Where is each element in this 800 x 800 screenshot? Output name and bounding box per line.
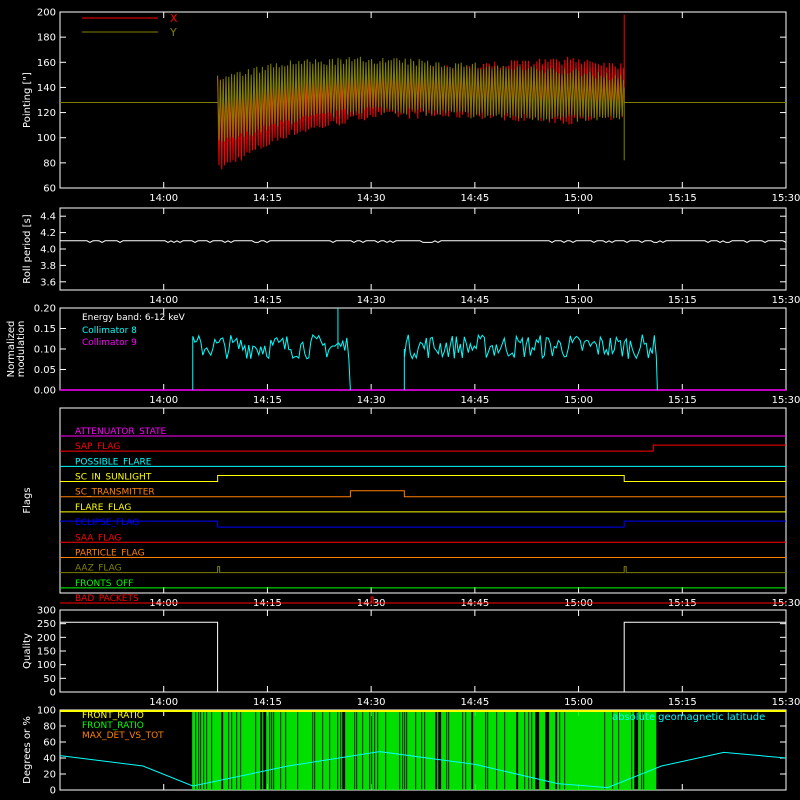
y-axis-label: Roll period [s] [22, 214, 33, 283]
y-tick-label: 150 [37, 647, 56, 658]
quality-panel: 14:00 14:15 14:30 14:45 15:00 15:15 15:30 0 50 10… [22, 606, 800, 709]
x-tick-label: 14:30 [357, 295, 386, 306]
y-tick-label: 0 [50, 786, 56, 797]
flag-line [60, 566, 786, 574]
x-tick-label: 15:00 [564, 395, 593, 406]
x-tick-label: 14:15 [253, 395, 282, 406]
x-tick-label: 14:45 [460, 193, 489, 204]
flag-line [60, 490, 786, 498]
y-tick-label: 100 [37, 706, 56, 717]
y-tick-label: 0.05 [34, 365, 56, 376]
y-tick-label: 0.15 [34, 324, 56, 335]
roll-period-panel: 14:00 14:15 14:30 14:45 15:00 15:15 15:30 3.6 3.… [22, 207, 800, 306]
legend-label: X [170, 12, 178, 25]
y-tick-label: 50 [43, 674, 56, 685]
y-tick-label: 40 [43, 754, 56, 765]
y-tick-label: 180 [37, 33, 56, 44]
y-tick-label: 0.10 [34, 345, 56, 356]
x-tick-label: 15:30 [772, 295, 800, 306]
y-axis-label: Degrees or % [22, 716, 33, 784]
y-tick-label: 120 [37, 108, 56, 119]
modulation-panel: 14:00 14:15 14:30 14:45 15:00 15:15 15:30 0.00 0… [6, 304, 800, 407]
y-tick-label: 3.6 [40, 277, 56, 288]
x-tick-label: 14:45 [460, 295, 489, 306]
collimator-8-line [403, 333, 658, 391]
x-tick-label: 15:30 [772, 697, 800, 708]
x-tick-label: 14:00 [149, 295, 178, 306]
x-tick-label: 14:30 [357, 395, 386, 406]
x-tick-label: 15:15 [668, 697, 697, 708]
legend-label: MAX_DET_VS_TOT [82, 731, 164, 741]
x-tick-label: 14:45 [460, 395, 489, 406]
x-tick-label: 14:30 [357, 193, 386, 204]
y-tick-label: 0.00 [34, 386, 56, 397]
y-tick-label: 250 [37, 619, 56, 630]
x-tick-label: 14:15 [253, 193, 282, 204]
legend-label: Y [169, 26, 177, 39]
legend-label: Collimator 9 [82, 338, 137, 348]
flag-label: FLARE_FLAG [75, 503, 131, 513]
x-tick-label: 15:00 [564, 295, 593, 306]
telemetry-summary-plot: 14:00 14:15 14:30 14:45 15:00 15:15 15:30 60 80 1… [6, 8, 800, 797]
legend-label: FRONT_RATIO [82, 711, 144, 721]
flags-panel: 14:00 14:15 14:30 14:45 15:00 15:15 15:30Flags… [22, 407, 800, 609]
y-tick-label: 100 [37, 133, 56, 144]
y-tick-label: 80 [43, 158, 56, 169]
y-tick-label: 60 [43, 738, 56, 749]
legend-label: Collimator 8 [82, 326, 137, 336]
x-tick-label: 15:30 [772, 193, 800, 204]
y-tick-label: 3.8 [40, 261, 56, 272]
y-axis-label: Flags [22, 487, 33, 513]
y-tick-label: 100 [37, 660, 56, 671]
y-tick-label: 200 [37, 8, 56, 19]
y-tick-label: 20 [43, 770, 56, 781]
collimator-8-line [192, 334, 351, 391]
x-tick-label: 14:15 [253, 697, 282, 708]
x-tick-label: 15:15 [668, 295, 697, 306]
y-axis-label: modulation [16, 321, 27, 378]
x-tick-label: 14:30 [357, 697, 386, 708]
legend-label: FRONT_RATIO [82, 721, 144, 731]
x-tick-label: 15:30 [772, 395, 800, 406]
y-tick-label: 4.0 [40, 245, 56, 256]
roll-period-line [60, 240, 787, 243]
flag-line [60, 520, 786, 528]
y-tick-label: 80 [43, 722, 56, 733]
x-tick-label: 14:15 [253, 295, 282, 306]
y-axis-label: Pointing ["] [22, 72, 33, 128]
x-tick-label: 14:00 [149, 193, 178, 204]
legend-title: Energy band: 6-12 keV [82, 313, 186, 323]
flag-line [60, 444, 786, 452]
plot-frame [59, 207, 787, 291]
x-tick-label: 15:00 [564, 193, 593, 204]
y-tick-label: 140 [37, 83, 56, 94]
x-tick-label: 14:00 [149, 395, 178, 406]
x-tick-label: 15:15 [668, 193, 697, 204]
degrees-panel: 0 20 40 60 80 100 Degrees or % FRONT_RATIOFRONT… [22, 706, 787, 797]
x-tick-label: 14:45 [460, 697, 489, 708]
pointing-panel: 14:00 14:15 14:30 14:45 15:00 15:15 15:30 60 80 1… [22, 8, 800, 205]
y-axis-label: Quality [22, 633, 33, 669]
y-tick-label: 0.20 [34, 304, 56, 315]
series-y [60, 56, 786, 161]
y-tick-label: 4.4 [40, 212, 56, 223]
flag-label: ECLIPSE_FLAG [75, 518, 139, 528]
y-tick-label: 160 [37, 58, 56, 69]
y-tick-label: 0 [50, 688, 56, 699]
y-tick-label: 200 [37, 633, 56, 644]
quality-line [60, 621, 786, 693]
y-tick-label: 300 [37, 606, 56, 617]
y-tick-label: 60 [43, 184, 56, 195]
y-tick-label: 4.2 [40, 228, 56, 239]
x-tick-label: 14:00 [149, 697, 178, 708]
x-tick-label: 15:00 [564, 697, 593, 708]
flag-line [60, 475, 786, 483]
legend-label: absolute geomagnetic latitude [612, 712, 765, 723]
x-tick-label: 15:15 [668, 395, 697, 406]
